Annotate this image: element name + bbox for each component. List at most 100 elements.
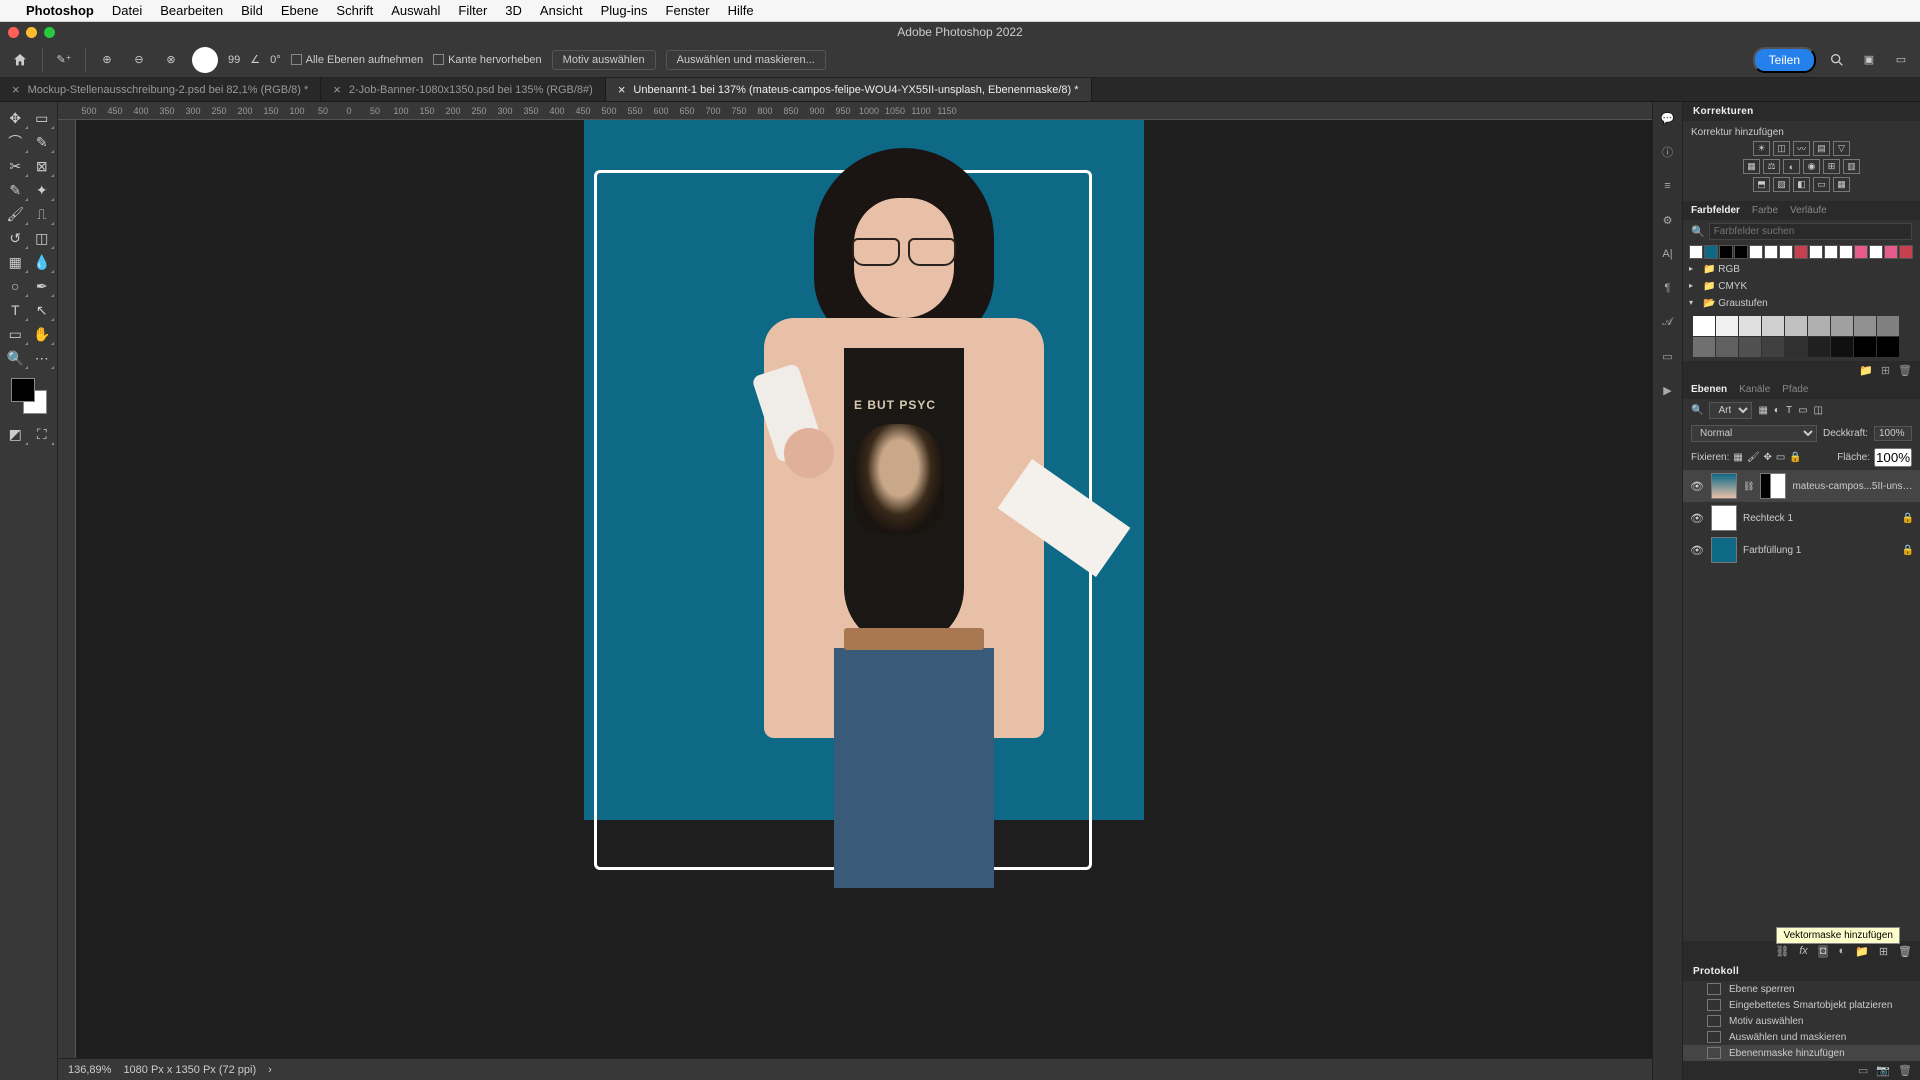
lock-position-icon[interactable]: ✥ [1764,452,1772,463]
swatch[interactable] [1854,316,1876,336]
brush-tool[interactable]: 🖌 [2,202,29,226]
type-tool[interactable]: T [2,298,29,322]
swatch[interactable] [1704,245,1718,259]
filter-pixel-icon[interactable]: ▦ [1758,405,1767,416]
swatch[interactable] [1749,245,1763,259]
menu-edit[interactable]: Bearbeiten [160,3,223,18]
filter-shape-icon[interactable]: ▭ [1798,405,1807,416]
eraser-tool[interactable]: ◫ [29,226,56,250]
subtract-from-selection-icon[interactable]: ⊖ [128,49,150,71]
swatch[interactable] [1877,316,1899,336]
screen-mode-icon[interactable]: ⛶ [29,422,56,446]
eyedropper-tool[interactable]: ✎ [2,178,29,202]
actions-panel-icon[interactable]: ▶ [1658,380,1678,400]
doc-info-flyout-icon[interactable]: › [268,1064,272,1076]
swatch[interactable] [1808,337,1830,357]
swatch[interactable] [1785,337,1807,357]
swatch[interactable] [1689,245,1703,259]
menu-window[interactable]: Fenster [666,3,710,18]
swatch[interactable] [1762,316,1784,336]
swatch[interactable] [1899,245,1913,259]
menu-image[interactable]: Bild [241,3,263,18]
vibrance-icon[interactable]: ▽ [1833,141,1850,156]
link-layers-icon[interactable]: ⛓ [1775,945,1789,958]
visibility-toggle-icon[interactable]: 👁 [1689,480,1705,493]
filter-type-icon[interactable]: T [1786,405,1792,416]
history-item[interactable]: Ebene sperren [1683,981,1920,997]
lock-icon[interactable]: 🔒 [1902,513,1914,524]
history-item[interactable]: Motiv auswählen [1683,1013,1920,1029]
healing-tool[interactable]: ✦ [29,178,56,202]
home-button[interactable] [8,48,32,72]
menu-filter[interactable]: Filter [458,3,487,18]
visibility-toggle-icon[interactable]: 👁 [1689,512,1705,525]
layer-row[interactable]: 👁 Rechteck 1 🔒 [1683,502,1920,534]
swatch[interactable] [1779,245,1793,259]
quick-mask-icon[interactable]: ◩ [2,422,29,446]
hand-tool[interactable]: ✋ [29,322,56,346]
new-folder-icon[interactable]: 📁 [1859,364,1873,377]
stamp-tool[interactable]: ⎍ [29,202,56,226]
zoom-tool[interactable]: 🔍 [2,346,29,370]
window-close-button[interactable] [8,27,19,38]
swatch-search-input[interactable] [1709,223,1912,240]
crop-tool[interactable]: ✂ [2,154,29,178]
history-brush-tool[interactable]: ↺ [2,226,29,250]
swatch[interactable] [1693,316,1715,336]
gradients-tab[interactable]: Verläufe [1790,205,1827,216]
posterize-icon[interactable]: ▨ [1773,177,1790,192]
filter-adjust-icon[interactable]: ◐ [1774,405,1780,416]
delete-layer-icon[interactable]: 🗑 [1898,945,1912,958]
color-balance-icon[interactable]: ⚖ [1763,159,1780,174]
app-menu[interactable]: Photoshop [26,3,94,18]
color-swatches[interactable] [11,378,47,414]
swatch-folder-cmyk[interactable]: 📁 CMYK [1683,278,1920,295]
history-item[interactable]: Auswählen und maskieren [1683,1029,1920,1045]
history-item[interactable]: Eingebettetes Smartobjekt platzieren [1683,997,1920,1013]
quick-select-tool-icon[interactable]: ✎⁺ [53,49,75,71]
create-doc-from-state-icon[interactable]: ▭ [1858,1064,1868,1077]
workspace-switcher-icon[interactable]: ▭ [1890,49,1912,71]
swatches-tab[interactable]: Farbfelder [1691,205,1740,216]
info-panel-icon[interactable]: ⓘ [1658,142,1678,162]
select-subject-button[interactable]: Motiv auswählen [552,50,656,70]
layer-row[interactable]: 👁 Farbfüllung 1 🔒 [1683,534,1920,566]
swatch[interactable] [1839,245,1853,259]
swatch[interactable] [1764,245,1778,259]
swatch[interactable] [1854,245,1868,259]
invert-icon[interactable]: ⬒ [1753,177,1770,192]
add-mask-icon[interactable]: ◘ [1818,945,1829,958]
properties-panel-icon[interactable]: ≡ [1658,176,1678,196]
share-button[interactable]: Teilen [1753,47,1816,73]
path-select-tool[interactable]: ↖ [29,298,56,322]
menu-layer[interactable]: Ebene [281,3,319,18]
add-to-selection-icon[interactable]: ⊕ [96,49,118,71]
sample-all-layers-checkbox[interactable]: Alle Ebenen aufnehmen [291,54,423,66]
brush-preview[interactable] [192,47,218,73]
zoom-level[interactable]: 136,89% [68,1064,111,1076]
swatch[interactable] [1854,337,1876,357]
swatch-folder-rgb[interactable]: 📁 RGB [1683,261,1920,278]
artboard-tool[interactable]: ▭ [29,106,56,130]
visibility-toggle-icon[interactable]: 👁 [1689,544,1705,557]
doc-info[interactable]: 1080 Px x 1350 Px (72 ppi) [123,1064,256,1076]
swatch[interactable] [1884,245,1898,259]
swatch[interactable] [1785,316,1807,336]
swatch[interactable] [1831,316,1853,336]
new-group-icon[interactable]: 📁 [1855,945,1869,958]
edit-toolbar[interactable]: ⋯ [29,346,56,370]
swatch[interactable] [1739,337,1761,357]
lock-pixels-icon[interactable]: 🖌 [1747,452,1760,463]
swatch[interactable] [1877,337,1899,357]
document-tab[interactable]: × Mockup-Stellenausschreibung-2.psd bei … [0,78,321,101]
comments-panel-icon[interactable]: 💬 [1658,108,1678,128]
layer-thumbnail[interactable] [1711,537,1737,563]
lock-artboard-icon[interactable]: ▭ [1776,452,1785,463]
tab-close-icon[interactable]: × [333,82,341,97]
menu-plugins[interactable]: Plug-ins [601,3,648,18]
intersect-selection-icon[interactable]: ⊗ [160,49,182,71]
photo-filter-icon[interactable]: ◉ [1803,159,1820,174]
swatch[interactable] [1716,337,1738,357]
menu-3d[interactable]: 3D [505,3,522,18]
brightness-icon[interactable]: ☀ [1753,141,1770,156]
